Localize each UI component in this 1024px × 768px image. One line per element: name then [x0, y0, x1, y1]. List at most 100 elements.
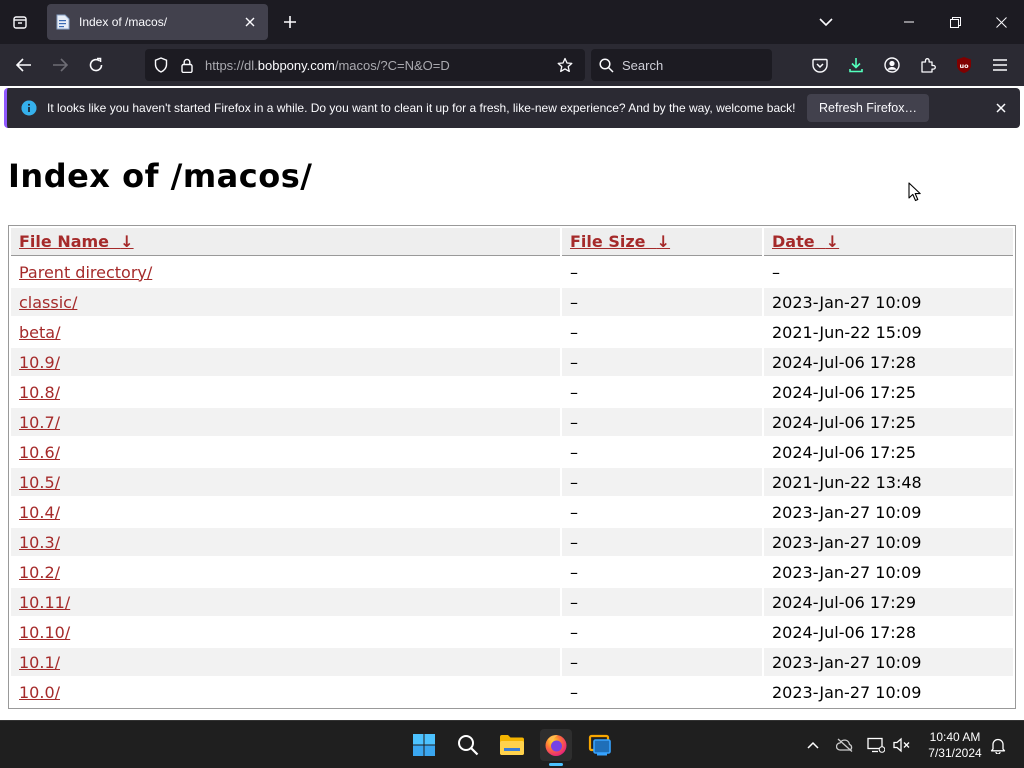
account-icon[interactable]: [878, 51, 906, 79]
file-name-cell: 10.2/: [11, 558, 560, 586]
table-row: 10.3/ –2023-Jan-27 10:09: [11, 528, 1013, 556]
url-text[interactable]: https://dl.bobpony.com/macos/?C=N&O=D: [205, 58, 553, 73]
onedrive-offline-icon[interactable]: [835, 735, 855, 755]
directory-link[interactable]: classic/: [19, 293, 77, 312]
new-tab-icon[interactable]: [276, 8, 304, 36]
back-arrow-icon[interactable]: [10, 51, 38, 79]
close-notification-icon[interactable]: [989, 96, 1013, 120]
volume-muted-icon[interactable]: [892, 735, 912, 755]
clock-date: 7/31/2024: [928, 746, 982, 760]
file-name-cell: classic/: [11, 288, 560, 316]
chevron-down-icon[interactable]: [812, 8, 840, 36]
file-name-cell: 10.3/: [11, 528, 560, 556]
directory-link[interactable]: 10.2/: [19, 563, 60, 582]
file-size-cell: –: [562, 348, 762, 376]
directory-link[interactable]: 10.1/: [19, 653, 60, 672]
reload-icon[interactable]: [82, 51, 110, 79]
file-size-cell: –: [562, 588, 762, 616]
system-clock[interactable]: 10:40 AM 7/31/2024: [918, 729, 992, 761]
windows-start-icon[interactable]: [408, 729, 440, 761]
date-cell: 2021-Jun-22 13:48: [764, 468, 1013, 496]
file-name-cell: 10.9/: [11, 348, 560, 376]
table-row: 10.0/ – 2023-Jan-27 10:09: [11, 678, 1013, 706]
directory-link[interactable]: 10.6/: [19, 443, 60, 462]
file-listing: File Name ↓ File Size ↓ Date ↓ Parent di…: [8, 225, 1016, 709]
network-monitor-icon[interactable]: [866, 735, 886, 755]
notification-bell-icon[interactable]: [988, 735, 1008, 755]
directory-link[interactable]: beta/: [19, 323, 60, 342]
search-input[interactable]: Search: [591, 49, 772, 81]
search-icon: [599, 57, 614, 73]
address-bar[interactable]: https://dl.bobpony.com/macos/?C=N&O=D: [145, 49, 585, 81]
directory-link[interactable]: 10.10/: [19, 623, 70, 642]
tab-list-icon[interactable]: [6, 8, 34, 36]
date-cell: 2023-Jan-27 10:09: [764, 528, 1013, 556]
directory-link[interactable]: 10.5/: [19, 473, 60, 492]
file-size-cell: –: [570, 262, 578, 282]
date-cell: 2024-Jul-06 17:25: [764, 408, 1013, 436]
file-size-cell: –: [562, 528, 762, 556]
remote-desktop-icon[interactable]: [584, 729, 616, 761]
sort-by-name-link[interactable]: File Name ↓: [19, 232, 134, 251]
date-cell: 2023-Jan-27 10:09: [772, 502, 922, 522]
file-name-cell: 10.10/: [11, 618, 560, 646]
directory-link[interactable]: 10.11/: [19, 593, 70, 612]
forward-arrow-icon[interactable]: [46, 51, 74, 79]
directory-link[interactable]: 10.3/: [19, 533, 60, 552]
table-row: 10.1/ –2023-Jan-27 10:09: [11, 648, 1013, 676]
sort-arrow-icon: ↓: [656, 232, 671, 251]
file-size-cell: –: [570, 322, 578, 342]
directory-link[interactable]: Parent directory/: [19, 263, 152, 282]
page-favicon-icon: [55, 14, 71, 30]
date-cell: 2021-Jun-22 15:09: [772, 322, 922, 342]
file-name-cell: 10.7/: [11, 408, 560, 436]
file-name-cell: 10.1/: [11, 648, 560, 676]
directory-link[interactable]: 10.9/: [19, 353, 60, 372]
mouse-pointer-icon: [908, 182, 921, 202]
url-host: bobpony.com: [257, 57, 335, 73]
date-cell: 2023-Jan-27 10:09: [764, 288, 1013, 316]
file-name-cell: 10.6/: [11, 438, 560, 466]
lock-icon[interactable]: [177, 58, 197, 73]
table-row: 10.7/ –2024-Jul-06 17:25: [11, 408, 1013, 436]
file-size-cell: –: [562, 288, 762, 316]
directory-link[interactable]: 10.7/: [19, 413, 60, 432]
close-tab-icon[interactable]: [238, 10, 262, 34]
column-label: Date: [772, 232, 815, 251]
directory-link[interactable]: 10.0/: [19, 683, 60, 702]
table-row: Parent directory/ – –: [11, 258, 1013, 286]
file-size-cell: –: [562, 408, 762, 436]
date-cell: –: [772, 262, 780, 282]
firefox-icon[interactable]: [540, 729, 572, 761]
refresh-firefox-button[interactable]: Refresh Firefox…: [807, 94, 929, 122]
pocket-icon[interactable]: [806, 51, 834, 79]
close-window-icon[interactable]: [978, 0, 1024, 44]
extensions-puzzle-icon[interactable]: [914, 51, 942, 79]
directory-link[interactable]: 10.8/: [19, 383, 60, 402]
file-explorer-icon[interactable]: [496, 729, 528, 761]
table-row: 10.11/ –2024-Jul-06 17:29: [11, 588, 1013, 616]
sort-arrow-icon: ↓: [825, 232, 840, 251]
table-row: classic/ –2023-Jan-27 10:09: [11, 288, 1013, 316]
sort-by-size-link[interactable]: File Size ↓: [570, 232, 670, 251]
tab-title: Index of /macos/: [79, 15, 168, 29]
date-cell: 2023-Jan-27 10:09: [772, 682, 922, 702]
tracking-protection-shield-icon[interactable]: [151, 57, 171, 73]
sort-by-date-link[interactable]: Date ↓: [772, 232, 839, 251]
url-path: /macos/?C=N&O=D: [334, 57, 450, 73]
minimize-icon[interactable]: [886, 0, 932, 44]
file-size-cell: –: [570, 562, 578, 582]
file-size-cell: –: [570, 442, 578, 462]
hamburger-menu-icon[interactable]: [986, 51, 1014, 79]
directory-link[interactable]: 10.4/: [19, 503, 60, 522]
active-app-indicator: [549, 763, 563, 766]
download-icon[interactable]: [842, 51, 870, 79]
ublock-origin-icon[interactable]: uo: [950, 51, 978, 79]
table-row: 10.8/ – 2024-Jul-06 17:25: [11, 378, 1013, 406]
restore-icon[interactable]: [932, 0, 978, 44]
tab-active[interactable]: Index of /macos/: [47, 4, 268, 40]
file-name-cell: 10.0/: [11, 678, 560, 706]
bookmark-star-icon[interactable]: [553, 57, 577, 73]
chevron-up-icon[interactable]: [803, 735, 823, 755]
search-icon[interactable]: [452, 729, 484, 761]
